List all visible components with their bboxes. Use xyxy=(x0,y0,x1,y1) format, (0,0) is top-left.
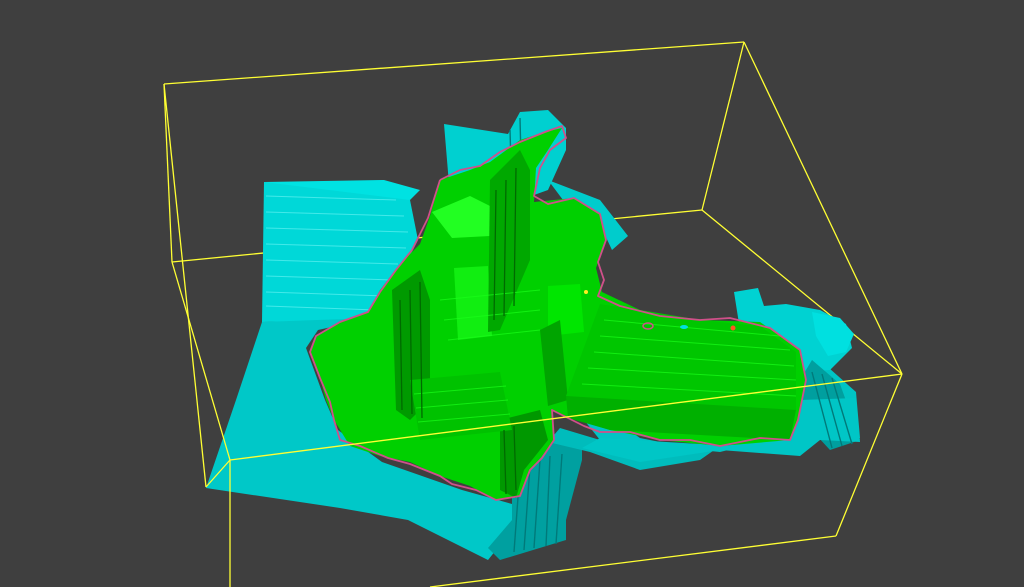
marker-yellow xyxy=(584,290,588,294)
scene-canvas[interactable] xyxy=(0,0,1024,587)
terrain-ridge-top xyxy=(454,266,492,340)
marker-cyan xyxy=(680,325,688,329)
marker-orange xyxy=(730,325,736,331)
3d-viewport[interactable] xyxy=(0,0,1024,587)
